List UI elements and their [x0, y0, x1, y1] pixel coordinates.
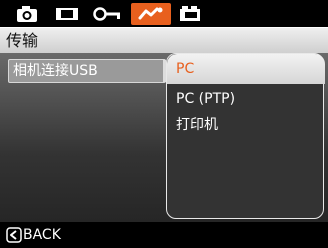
- tab-playback[interactable]: [50, 3, 84, 25]
- page-title: 传输: [6, 31, 39, 50]
- tab-camera[interactable]: [12, 3, 42, 25]
- tab-connection[interactable]: [131, 3, 171, 25]
- tab-battery[interactable]: [174, 3, 208, 25]
- camera-icon: [17, 6, 37, 22]
- menu-item-label: 相机连接USB: [13, 63, 98, 79]
- connection-icon: [138, 7, 163, 20]
- bottom-bar: BACK: [0, 222, 328, 248]
- back-label: BACK: [23, 227, 61, 243]
- option-pc[interactable]: PC: [176, 60, 194, 78]
- playback-icon: [56, 8, 78, 20]
- settings-key-icon: [93, 7, 120, 21]
- tab-settings[interactable]: [88, 3, 126, 25]
- tab-bar: [0, 0, 328, 27]
- menu-item-usb-connection[interactable]: 相机连接USB: [8, 59, 166, 83]
- battery-icon: [180, 6, 200, 21]
- menu-content: 相机连接USB PC PC (PTP) 打印机: [0, 53, 328, 222]
- title-bar: 传输: [0, 27, 328, 53]
- option-printer[interactable]: 打印机: [176, 116, 218, 134]
- camera-menu-screen: 传输 相机连接USB PC PC (PTP) 打印机 BACK: [0, 0, 328, 248]
- option-pc-ptp[interactable]: PC (PTP): [176, 90, 235, 108]
- options-panel: PC PC (PTP) 打印机: [166, 53, 325, 219]
- back-arrow-icon[interactable]: [6, 227, 22, 243]
